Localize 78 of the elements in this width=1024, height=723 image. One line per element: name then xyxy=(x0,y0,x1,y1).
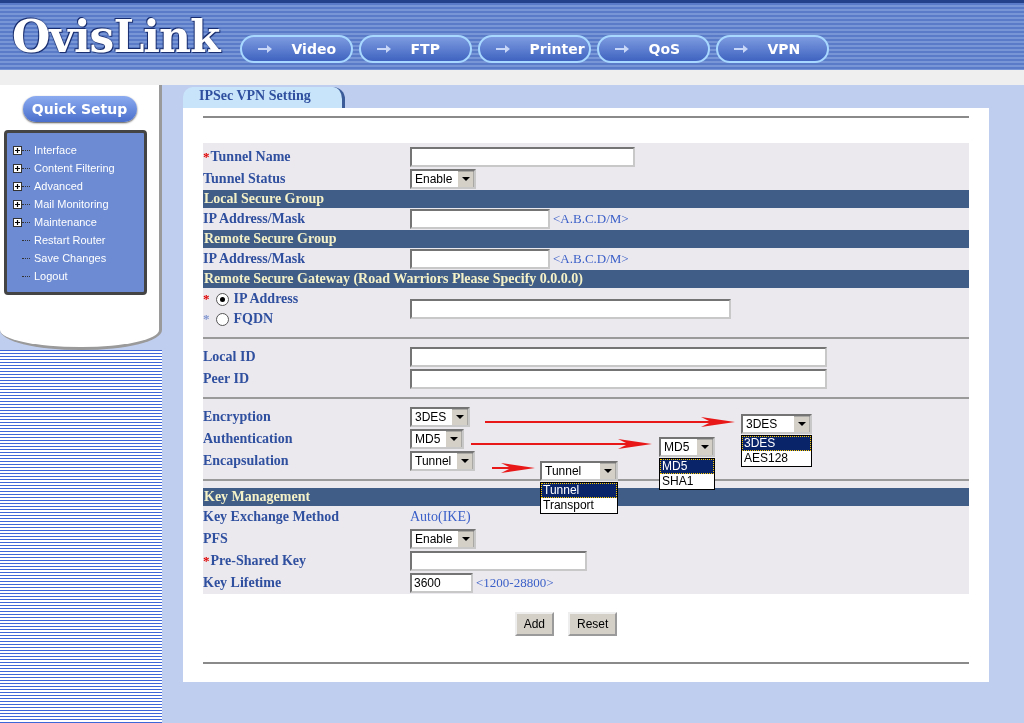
dropdown[interactable]: Enable xyxy=(410,529,477,549)
input-field[interactable] xyxy=(410,551,587,571)
field-label: Encapsulation xyxy=(203,453,289,469)
input-field[interactable] xyxy=(410,347,827,367)
form-button[interactable]: Reset xyxy=(568,612,618,636)
required-mark: * xyxy=(203,291,210,307)
field-label: Encryption xyxy=(203,409,271,425)
dropdown-arrow-icon xyxy=(458,171,475,187)
page-tab[interactable]: IPSec VPN Setting xyxy=(183,87,345,108)
radio-label: IP Address xyxy=(233,291,299,307)
dropdown-arrow-icon xyxy=(458,531,475,547)
dropdown-option[interactable]: 3DES xyxy=(742,436,811,451)
dropdown-arrow-icon xyxy=(794,416,810,432)
field-label: IP Address/Mask xyxy=(203,251,306,267)
nav-tab[interactable]: FTP xyxy=(358,35,472,63)
arrow-icon xyxy=(257,45,272,53)
logo: OvisLink xyxy=(12,11,220,63)
field-label: Pre-Shared Key xyxy=(210,553,307,569)
dropdown[interactable]: Tunnel xyxy=(540,461,618,481)
expand-icon[interactable] xyxy=(13,199,22,209)
input-field[interactable] xyxy=(410,249,550,269)
form-button[interactable]: Add xyxy=(514,612,554,636)
arrow-icon xyxy=(376,45,391,53)
dropdown-option[interactable]: SHA1 xyxy=(660,474,714,489)
nav-tab[interactable]: Video xyxy=(239,35,353,63)
expand-icon[interactable] xyxy=(13,181,22,191)
input-field[interactable] xyxy=(410,147,635,167)
arrow-icon xyxy=(733,45,748,53)
nav-tab[interactable]: QoS xyxy=(596,35,710,63)
radio-button[interactable] xyxy=(215,292,229,306)
arrow-icon xyxy=(495,45,510,53)
field-label: IP Address/Mask xyxy=(203,211,306,227)
dropdown-arrow-icon xyxy=(452,409,469,425)
nav-tab[interactable]: Printer xyxy=(477,35,591,63)
field-label: Tunnel Status xyxy=(203,171,286,187)
dropdown[interactable]: Tunnel xyxy=(410,451,476,471)
format-hint: <1200-28800> xyxy=(476,575,554,591)
input-field[interactable] xyxy=(410,369,827,389)
expand-icon[interactable] xyxy=(13,163,22,173)
field-label: Local ID xyxy=(203,349,256,365)
field-label: Key Lifetime xyxy=(203,575,282,591)
dropdown[interactable]: MD5 xyxy=(410,429,465,449)
input-field[interactable] xyxy=(410,209,550,229)
dropdown[interactable]: Enable xyxy=(410,169,477,189)
dropdown-arrow-icon xyxy=(457,453,474,469)
dropdown-arrow-icon xyxy=(446,431,463,447)
dropdown-option[interactable]: Transport xyxy=(541,498,617,513)
arrow-icon xyxy=(614,45,629,53)
dropdown[interactable]: 3DES xyxy=(741,414,812,434)
dropdown[interactable]: 3DES xyxy=(410,407,471,427)
section-header: Local Secure Group xyxy=(203,190,969,208)
field-label: Tunnel Name xyxy=(210,149,291,165)
section-header: Remote Secure Group xyxy=(203,230,969,248)
expand-icon[interactable] xyxy=(13,217,22,227)
dropdown-arrow-icon xyxy=(697,439,713,455)
format-hint: <A.B.C.D/M> xyxy=(553,251,629,267)
required-mark: * xyxy=(203,149,210,165)
dropdown[interactable]: MD5 xyxy=(659,437,715,457)
arrow-drawing xyxy=(492,463,535,473)
section-header: Remote Secure Gateway (Road Warriors Please Specify 0.0.0.0) xyxy=(203,270,969,288)
field-label: PFS xyxy=(203,531,228,547)
nav-tab[interactable]: VPN xyxy=(715,35,829,63)
field-label: Peer ID xyxy=(203,371,249,387)
expand-icon[interactable] xyxy=(13,145,22,155)
dropdown-option[interactable]: Tunnel xyxy=(541,483,617,498)
dropdown-option[interactable]: AES128 xyxy=(742,451,811,466)
dropdown-option[interactable]: MD5 xyxy=(660,459,714,474)
input-field[interactable] xyxy=(410,299,731,319)
input-field[interactable]: 3600 xyxy=(410,573,473,593)
format-hint: <A.B.C.D/M> xyxy=(553,211,629,227)
radio-label: FQDN xyxy=(233,311,274,327)
required-mark: * xyxy=(203,553,210,569)
radio-button[interactable] xyxy=(215,312,229,326)
required-mark: * xyxy=(203,311,210,327)
field-label: Key Exchange Method xyxy=(203,509,340,525)
field-label: Authentication xyxy=(203,431,293,447)
field-value: Auto(IKE) xyxy=(410,509,471,525)
dropdown-arrow-icon xyxy=(600,463,616,479)
